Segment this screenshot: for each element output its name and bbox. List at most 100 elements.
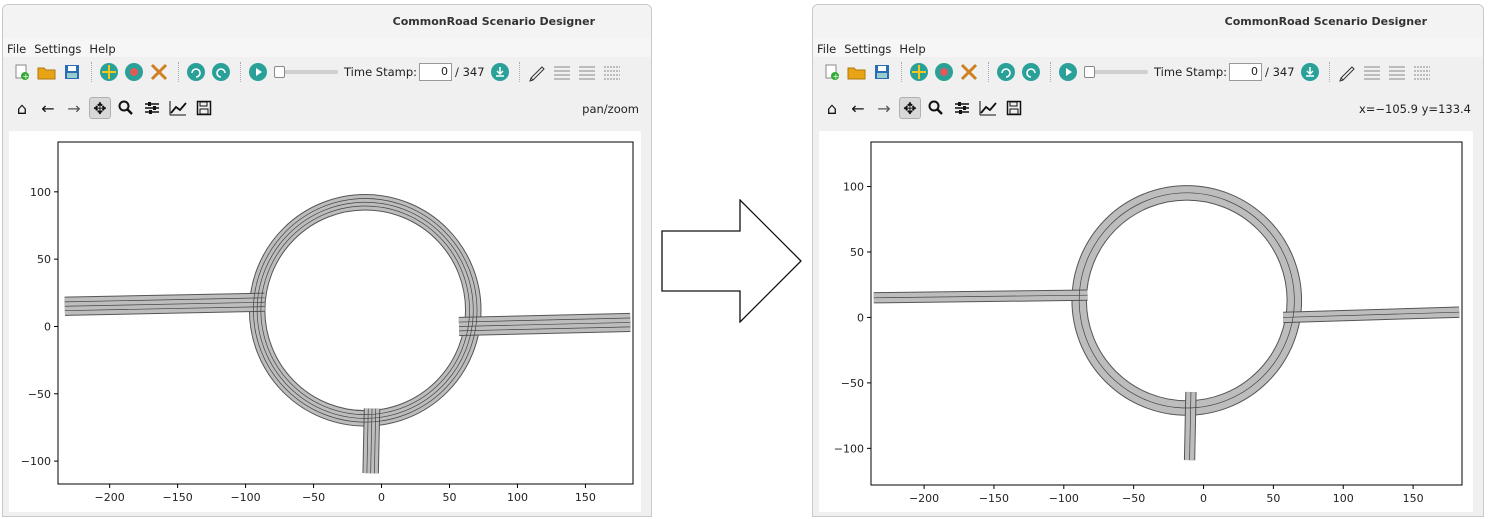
window-title: CommonRoad Scenario Designer: [1224, 15, 1427, 28]
menu-settings[interactable]: Settings: [840, 39, 895, 56]
align-justify-icon[interactable]: [601, 61, 623, 83]
svg-text:+: +: [833, 72, 840, 81]
figure-canvas[interactable]: −200 −150 −100 −50 0 50 100 150 −100 −50 0 50 100: [9, 131, 641, 512]
redo-icon[interactable]: [210, 61, 232, 83]
open-folder-icon[interactable]: [846, 61, 868, 83]
title-bar: CommonRoad Scenario Designer: [813, 5, 1483, 39]
toolbar-separator: [1050, 62, 1052, 82]
play-icon[interactable]: [247, 61, 269, 83]
x-tick-label: −200: [95, 491, 125, 504]
new-file-icon[interactable]: +: [11, 61, 33, 83]
menu-bar: File Settings Help: [813, 38, 1483, 57]
menu-settings[interactable]: Settings: [30, 39, 85, 56]
undo-icon[interactable]: [995, 61, 1017, 83]
plot-area-background: −200 −150 −100 −50 0 50 100 150 −100 −50 0 50 100: [3, 131, 651, 516]
align-left-icon[interactable]: [551, 61, 573, 83]
x-tick-label: 150: [1403, 492, 1424, 505]
menu-file[interactable]: File: [813, 39, 840, 56]
configure-subplots-icon[interactable]: [951, 97, 973, 119]
save-figure-icon[interactable]: [1003, 97, 1025, 119]
forward-icon[interactable]: →: [873, 97, 895, 119]
timestamp-label: Time Stamp:: [344, 65, 418, 79]
x-tick-label: −150: [979, 492, 1009, 505]
roundabout-ring: [249, 195, 481, 426]
y-tick-label: −50: [28, 388, 51, 401]
edit-axis-icon[interactable]: [167, 97, 189, 119]
timestamp-input[interactable]: 0: [419, 63, 453, 81]
edit-axis-icon[interactable]: [977, 97, 999, 119]
new-file-icon[interactable]: +: [821, 61, 843, 83]
pan-icon[interactable]: ✥: [899, 97, 921, 119]
x-tick-label: −100: [1049, 492, 1079, 505]
x-tick-label: −150: [163, 491, 193, 504]
x-tick-label: −200: [909, 492, 939, 505]
export-icon[interactable]: [1299, 61, 1321, 83]
y-tick-label: 50: [37, 253, 51, 266]
timestamp-slider[interactable]: [274, 66, 338, 78]
save-icon[interactable]: [871, 61, 893, 83]
tools-icon[interactable]: [148, 61, 170, 83]
roundabout-ring: [1072, 186, 1302, 415]
pan-icon[interactable]: ✥: [89, 97, 111, 119]
home-icon[interactable]: ⌂: [11, 97, 33, 119]
timestamp-input[interactable]: 0: [1229, 63, 1263, 81]
scenario-plot-after[interactable]: −200 −150 −100 −50 0 50 100 150 −100 −50 0 50 100: [819, 131, 1475, 514]
menu-help[interactable]: Help: [895, 39, 929, 56]
x-tick-label: −50: [302, 491, 325, 504]
x-tick-label: 100: [1333, 492, 1354, 505]
edit-icon[interactable]: [1336, 61, 1358, 83]
x-tick-label: 100: [507, 491, 528, 504]
x-tick-label: −100: [230, 491, 260, 504]
plot-navigation-toolbar: ⌂ ← → ✥ x=−105.9 y=133.4: [813, 87, 1483, 131]
svg-text:+: +: [23, 72, 30, 81]
plot-navigation-toolbar: ⌂ ← → ✥ pan/zoom: [3, 87, 651, 131]
y-tick-label: −100: [834, 442, 864, 455]
back-icon[interactable]: ←: [37, 97, 59, 119]
road-network: [64, 194, 631, 474]
forward-icon[interactable]: →: [63, 97, 85, 119]
home-icon[interactable]: ⌂: [821, 97, 843, 119]
undo-icon[interactable]: [185, 61, 207, 83]
y-tick-label: −50: [841, 377, 864, 390]
align-left-icon[interactable]: [1361, 61, 1383, 83]
play-icon[interactable]: [1057, 61, 1079, 83]
title-bar: CommonRoad Scenario Designer: [3, 5, 651, 39]
app-window-before: CommonRoad Scenario Designer File Setting…: [2, 4, 652, 517]
x-tick-label: 150: [575, 491, 596, 504]
save-icon[interactable]: [61, 61, 83, 83]
align-center-icon[interactable]: [576, 61, 598, 83]
add-lanelet-icon[interactable]: [908, 61, 930, 83]
add-lanelet-icon[interactable]: [98, 61, 120, 83]
figure-canvas[interactable]: −200 −150 −100 −50 0 50 100 150 −100 −50 0 50 100: [819, 131, 1473, 512]
y-tick-label: 50: [850, 246, 864, 259]
edit-icon[interactable]: [526, 61, 548, 83]
align-justify-icon[interactable]: [1411, 61, 1433, 83]
x-tick-label: 50: [1266, 492, 1280, 505]
configure-subplots-icon[interactable]: [141, 97, 163, 119]
zoom-icon[interactable]: [115, 97, 137, 119]
main-toolbar: + Time Stamp: 0 / 347: [3, 57, 651, 87]
open-folder-icon[interactable]: [36, 61, 58, 83]
slider-handle[interactable]: [1084, 66, 1095, 78]
slider-handle[interactable]: [274, 66, 285, 78]
export-icon[interactable]: [489, 61, 511, 83]
back-icon[interactable]: ←: [847, 97, 869, 119]
scenario-plot-before[interactable]: −200 −150 −100 −50 0 50 100 150 −100 −50 0 50 100: [9, 131, 643, 514]
toggle-view-icon[interactable]: [933, 61, 955, 83]
x-tick-label: 0: [378, 491, 385, 504]
cursor-status: x=−105.9 y=133.4: [1358, 102, 1471, 116]
toggle-view-icon[interactable]: [123, 61, 145, 83]
redo-icon[interactable]: [1020, 61, 1042, 83]
tools-icon[interactable]: [958, 61, 980, 83]
menu-file[interactable]: File: [3, 39, 30, 56]
right-arrow-icon: [661, 199, 802, 323]
zoom-icon[interactable]: [925, 97, 947, 119]
toolbar-separator: [518, 62, 521, 82]
align-center-icon[interactable]: [1386, 61, 1408, 83]
timestamp-total: / 347: [455, 65, 485, 79]
menu-help[interactable]: Help: [85, 39, 119, 56]
y-tick-label: −100: [21, 455, 51, 468]
timestamp-slider[interactable]: [1084, 66, 1148, 78]
save-figure-icon[interactable]: [193, 97, 215, 119]
window-title: CommonRoad Scenario Designer: [392, 15, 595, 28]
